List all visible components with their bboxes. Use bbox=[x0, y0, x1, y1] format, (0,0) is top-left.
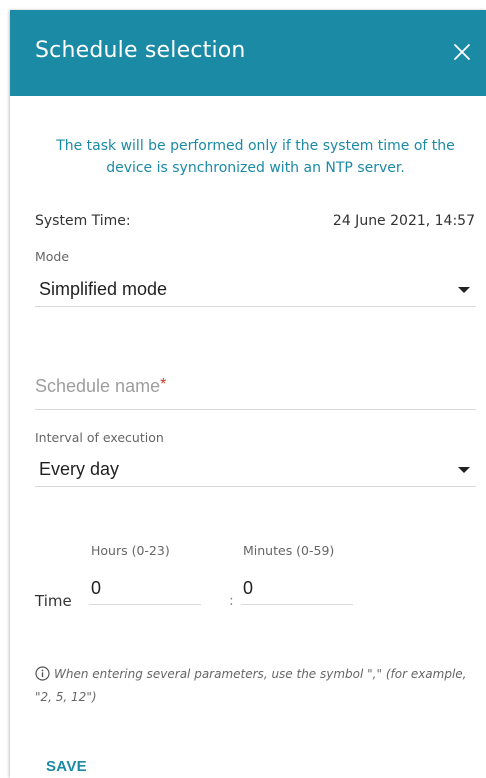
hours-input[interactable]: 0 bbox=[89, 575, 201, 605]
save-button[interactable]: SAVE bbox=[46, 758, 87, 775]
hint-message: When entering several parameters, use th… bbox=[35, 667, 467, 704]
ntp-notice: The task will be performed only if the s… bbox=[56, 138, 455, 176]
minutes-label: Minutes (0-59) bbox=[243, 543, 335, 558]
caret-down-icon bbox=[458, 467, 470, 473]
time-separator: : bbox=[229, 593, 234, 609]
time-label: Time bbox=[35, 592, 72, 610]
dialog-title: Schedule selection bbox=[35, 38, 246, 63]
close-button[interactable] bbox=[452, 42, 472, 62]
info-icon bbox=[35, 666, 50, 687]
system-time-value: 24 June 2021, 14:57 bbox=[332, 213, 475, 229]
interval-select[interactable]: Every day bbox=[35, 453, 476, 487]
schedule-name-input[interactable]: Schedule name* bbox=[35, 368, 476, 410]
interval-label: Interval of execution bbox=[35, 430, 164, 445]
minutes-value: 0 bbox=[243, 578, 254, 598]
caret-down-icon bbox=[458, 287, 470, 293]
schedule-name-placeholder: Schedule name* bbox=[35, 376, 167, 396]
hint-text: When entering several parameters, use th… bbox=[35, 664, 476, 707]
system-time-label: System Time: bbox=[35, 213, 131, 229]
mode-select-value: Simplified mode bbox=[39, 279, 168, 299]
close-icon bbox=[454, 44, 470, 60]
mode-label: Mode bbox=[35, 249, 70, 264]
hours-value: 0 bbox=[91, 578, 102, 598]
mode-select[interactable]: Simplified mode bbox=[35, 273, 476, 307]
interval-select-value: Every day bbox=[39, 459, 120, 479]
minutes-input[interactable]: 0 bbox=[241, 575, 353, 605]
schedule-selection-dialog: Schedule selection The task will be perf… bbox=[10, 10, 486, 778]
hours-label: Hours (0-23) bbox=[91, 543, 170, 558]
required-marker: * bbox=[160, 376, 167, 393]
dialog-header: Schedule selection bbox=[10, 10, 486, 96]
